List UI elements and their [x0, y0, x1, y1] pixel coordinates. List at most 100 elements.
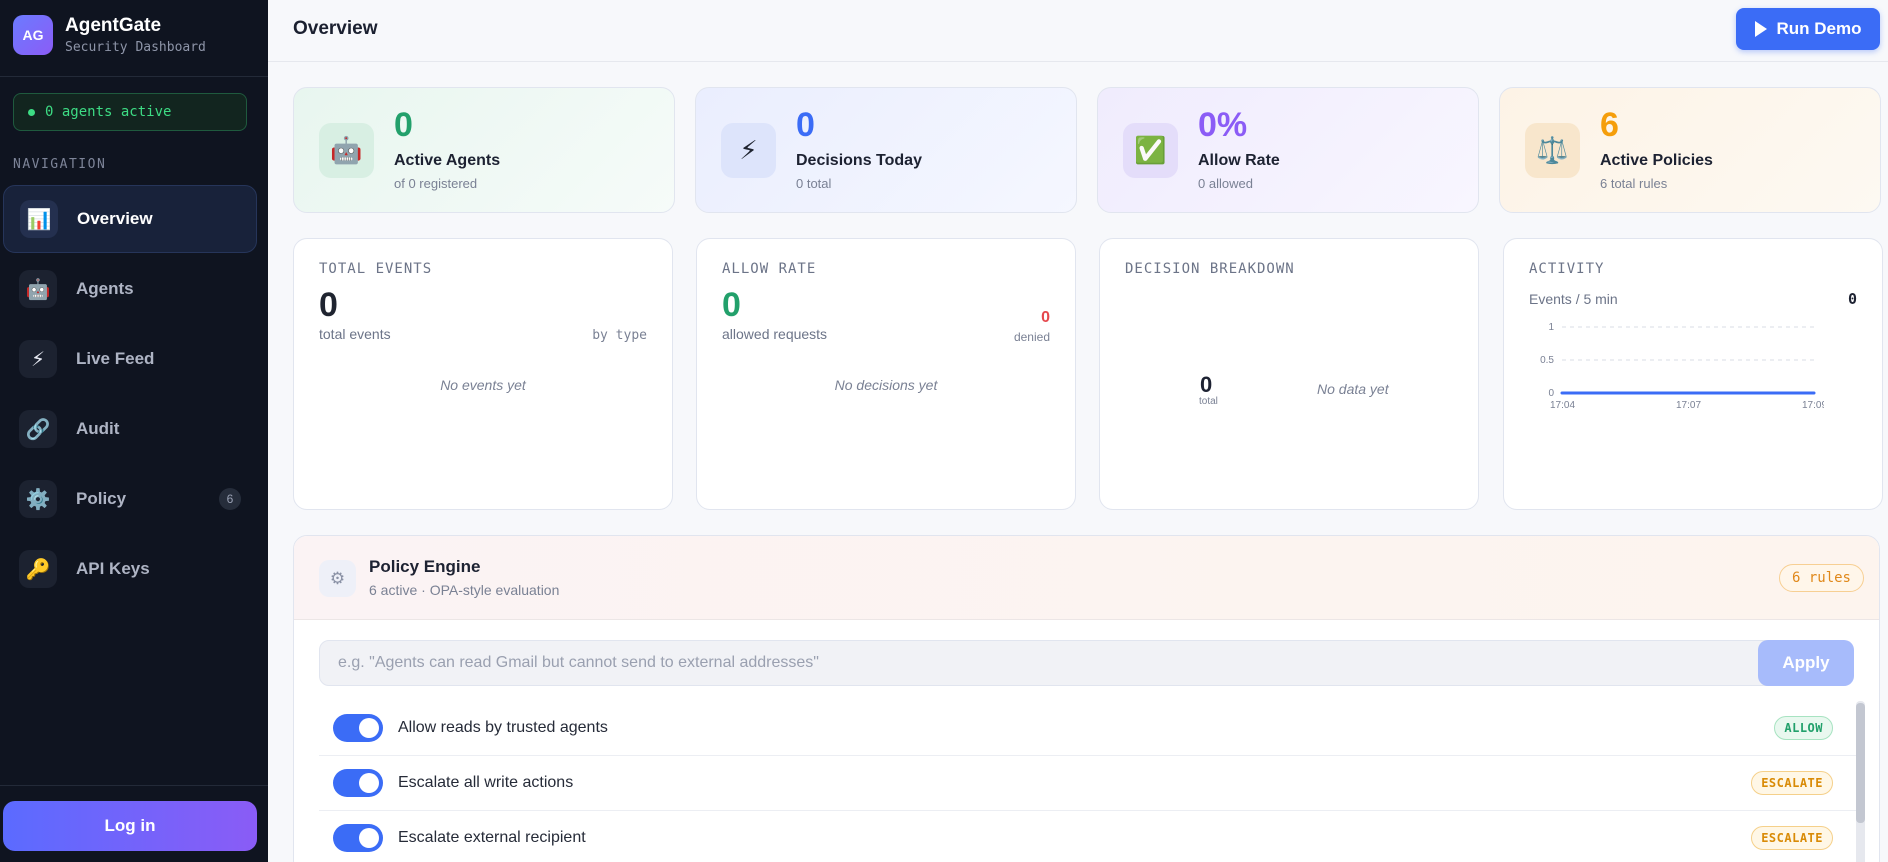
empty-state: No data yet [1317, 381, 1389, 397]
brand-name: AgentGate [65, 15, 162, 36]
breakdown-total-label: total [1199, 396, 1218, 407]
brand-subtitle: Security Dashboard [65, 40, 206, 55]
y-tick-label: 0.5 [1540, 355, 1554, 366]
sidebar-item-audit[interactable]: 🔗 Audit [3, 395, 257, 463]
sidebar: AG AgentGate Security Dashboard 0 agents… [0, 0, 268, 862]
panel-title: DECISION BREAKDOWN [1125, 261, 1295, 277]
rule-label: Escalate external recipient [398, 829, 586, 846]
key-icon: 🔑 [19, 550, 57, 588]
by-type-label: by type [592, 328, 647, 343]
y-tick-label: 0 [1548, 388, 1554, 399]
rule-toggle[interactable] [333, 824, 383, 852]
x-tick-label: 17:04 [1550, 400, 1575, 411]
policy-count-badge: 6 [219, 488, 241, 510]
rule-row: Allow reads by trusted agents ALLOW [319, 701, 1856, 756]
top-bar: Overview Run Demo [268, 0, 1888, 62]
rule-toggle[interactable] [333, 714, 383, 742]
policy-engine-title: Policy Engine [369, 557, 481, 576]
panel-title: ALLOW RATE [722, 261, 817, 277]
login-button[interactable]: Log in [3, 801, 257, 851]
robot-icon: 🤖 [319, 123, 374, 178]
activity-line-chart: 1 0.5 017:04 17:07 17:09 [1540, 322, 1824, 411]
agents-active-label: 0 agents active [45, 104, 172, 120]
panel-title: ACTIVITY [1529, 261, 1605, 277]
stat-label: Decisions Today [796, 152, 922, 169]
denied-value: 0 [1041, 309, 1050, 326]
sidebar-divider [0, 785, 268, 786]
stat-sub: of 0 registered [394, 176, 478, 191]
policy-engine-subtitle: 6 active · OPA-style evaluation [369, 582, 560, 598]
stat-card-active-policies: ⚖️ 6 Active Policies 6 total rules [1499, 87, 1881, 213]
stat-sub: 0 total [796, 176, 832, 191]
empty-state: No decisions yet [834, 377, 938, 393]
play-icon [1754, 21, 1767, 37]
run-demo-label: Run Demo [1776, 19, 1862, 38]
brand-logo: AG [13, 15, 53, 55]
bolt-icon: ⚡ [721, 123, 776, 178]
allow-rate-value: 0 [722, 286, 741, 324]
activity-subtitle: Events / 5 min [1529, 291, 1618, 307]
policy-natural-language-input[interactable] [319, 640, 1776, 686]
stat-value: 0% [1198, 106, 1248, 144]
rules-list: Allow reads by trusted agents ALLOW Esca… [319, 701, 1856, 862]
scrollbar-thumb[interactable] [1856, 703, 1865, 823]
gear-icon: ⚙ [319, 560, 356, 597]
scale-icon: ⚖️ [1525, 123, 1580, 178]
panel-allow-rate: ALLOW RATE 0 allowed requests 0 denied N… [696, 238, 1076, 510]
rules-scrollbar[interactable] [1856, 701, 1865, 862]
sidebar-item-label: Audit [76, 419, 120, 438]
sidebar-item-label: Live Feed [76, 349, 155, 368]
bolt-icon: ⚡ [19, 340, 57, 378]
rule-action-badge: ESCALATE [1751, 771, 1833, 795]
rule-row: Escalate external recipient ESCALATE [319, 811, 1856, 862]
panel-title: TOTAL EVENTS [319, 261, 433, 277]
empty-state: No events yet [440, 377, 526, 393]
denied-label: denied [1013, 330, 1050, 344]
breakdown-total-value: 0 [1200, 372, 1213, 397]
gear-icon: ⚙️ [19, 480, 57, 518]
link-icon: 🔗 [19, 410, 57, 448]
check-icon: ✅ [1123, 123, 1178, 178]
sidebar-item-api-keys[interactable]: 🔑 API Keys [3, 535, 257, 603]
robot-icon: 🤖 [19, 270, 57, 308]
sidebar-item-overview[interactable]: 📊 Overview [3, 185, 257, 253]
stat-label: Allow Rate [1198, 152, 1280, 169]
sidebar-item-live-feed[interactable]: ⚡ Live Feed [3, 325, 257, 393]
panel-activity: ACTIVITY Events / 5 min 0 1 0.5 0 17:04 17:0… [1503, 238, 1883, 510]
y-tick-label: 1 [1548, 322, 1554, 333]
run-demo-button[interactable]: Run Demo [1736, 8, 1880, 50]
stat-sub: 0 allowed [1198, 176, 1253, 191]
rules-count-badge: 6 rules [1778, 564, 1864, 592]
stat-label: Active Policies [1600, 152, 1713, 169]
rule-action-badge: ALLOW [1774, 716, 1833, 740]
total-events-value: 0 [319, 286, 338, 324]
rule-action-badge: ESCALATE [1751, 826, 1833, 850]
toggle-knob [359, 773, 379, 793]
toggle-knob [359, 718, 379, 738]
sidebar-nav: 📊 Overview 🤖 Agents ⚡ Live Feed 🔗 Audit … [3, 185, 257, 605]
stat-value: 0 [394, 106, 413, 144]
sidebar-item-agents[interactable]: 🤖 Agents [3, 255, 257, 323]
toggle-knob [359, 828, 379, 848]
status-dot-icon [28, 108, 35, 116]
sidebar-item-label: Policy [76, 489, 127, 508]
stat-value: 6 [1600, 106, 1619, 144]
panel-total-events: TOTAL EVENTS 0 total events by type No e… [293, 238, 673, 510]
x-tick-label: 17:09 [1802, 400, 1824, 411]
rule-toggle[interactable] [333, 769, 383, 797]
agents-active-status: 0 agents active [13, 93, 247, 131]
brand: AG AgentGate Security Dashboard [13, 15, 206, 55]
rule-label: Allow reads by trusted agents [398, 719, 608, 736]
page-title: Overview [293, 18, 378, 39]
rule-row: Escalate all write actions ESCALATE [319, 756, 1856, 811]
sidebar-item-policy[interactable]: ⚙️ Policy 6 [3, 465, 257, 533]
sidebar-divider [0, 76, 268, 77]
panel-decision-breakdown: DECISION BREAKDOWN 0 total No data yet [1099, 238, 1479, 510]
sidebar-item-label: Overview [77, 209, 153, 228]
stat-card-allow-rate: ✅ 0% Allow Rate 0 allowed [1097, 87, 1479, 213]
apply-button[interactable]: Apply [1758, 640, 1854, 686]
sidebar-item-label: Agents [76, 279, 134, 298]
stat-label: Active Agents [394, 152, 501, 169]
nav-heading: NAVIGATION [13, 157, 107, 172]
policy-engine-header: ⚙ Policy Engine 6 active · OPA-style eva… [294, 536, 1879, 620]
